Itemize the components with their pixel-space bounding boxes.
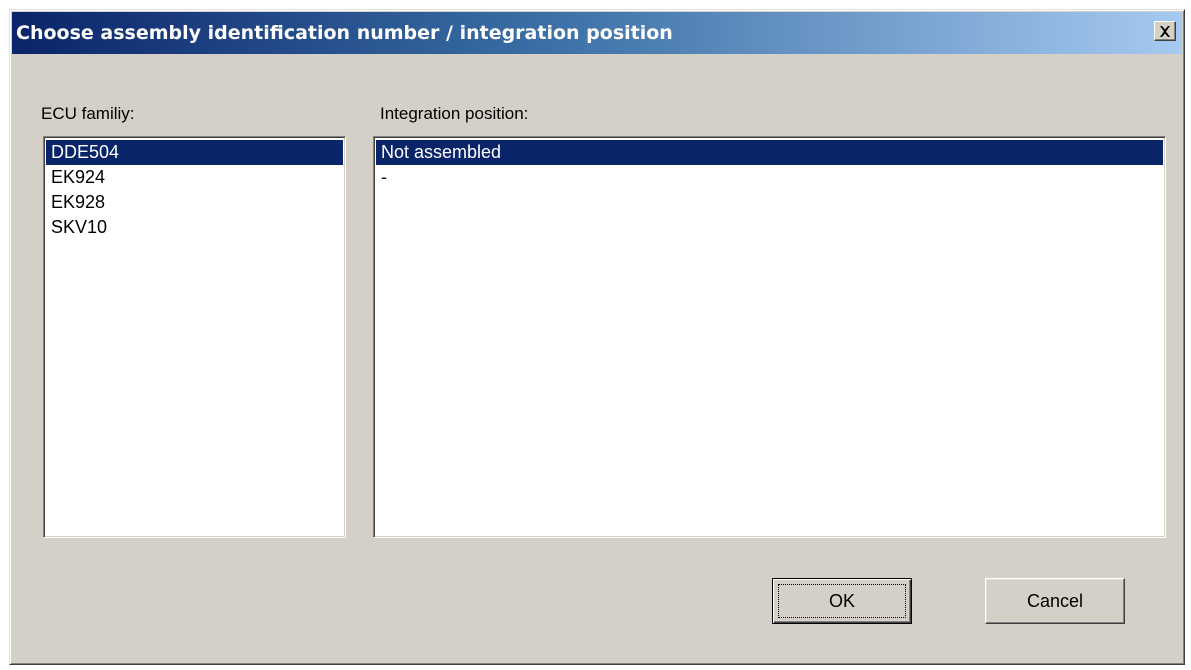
close-button[interactable] — [1154, 21, 1176, 41]
ok-button-label: OK — [828, 590, 855, 611]
ecu-family-listbox[interactable]: DDE504 EK924 EK928 SKV10 — [43, 136, 346, 538]
window-title: Choose assembly identification number / … — [16, 22, 673, 44]
ok-button[interactable]: OK — [772, 578, 912, 624]
list-item[interactable]: Not assembled — [376, 140, 1163, 165]
list-item[interactable]: SKV10 — [46, 215, 343, 240]
list-item[interactable]: EK928 — [46, 190, 343, 215]
dialog-window: Choose assembly identification number / … — [9, 9, 1185, 665]
cancel-button[interactable]: Cancel — [985, 578, 1125, 624]
list-item[interactable]: DDE504 — [46, 140, 343, 165]
ecu-family-label: ECU familiy: — [41, 104, 135, 123]
list-item[interactable]: - — [376, 165, 1163, 190]
title-bar[interactable]: Choose assembly identification number / … — [12, 12, 1182, 54]
list-item[interactable]: EK924 — [46, 165, 343, 190]
integration-position-label: Integration position: — [380, 104, 529, 123]
integration-position-listbox[interactable]: Not assembled - — [373, 136, 1166, 538]
cancel-button-label: Cancel — [1026, 590, 1084, 611]
close-icon — [1160, 25, 1170, 37]
